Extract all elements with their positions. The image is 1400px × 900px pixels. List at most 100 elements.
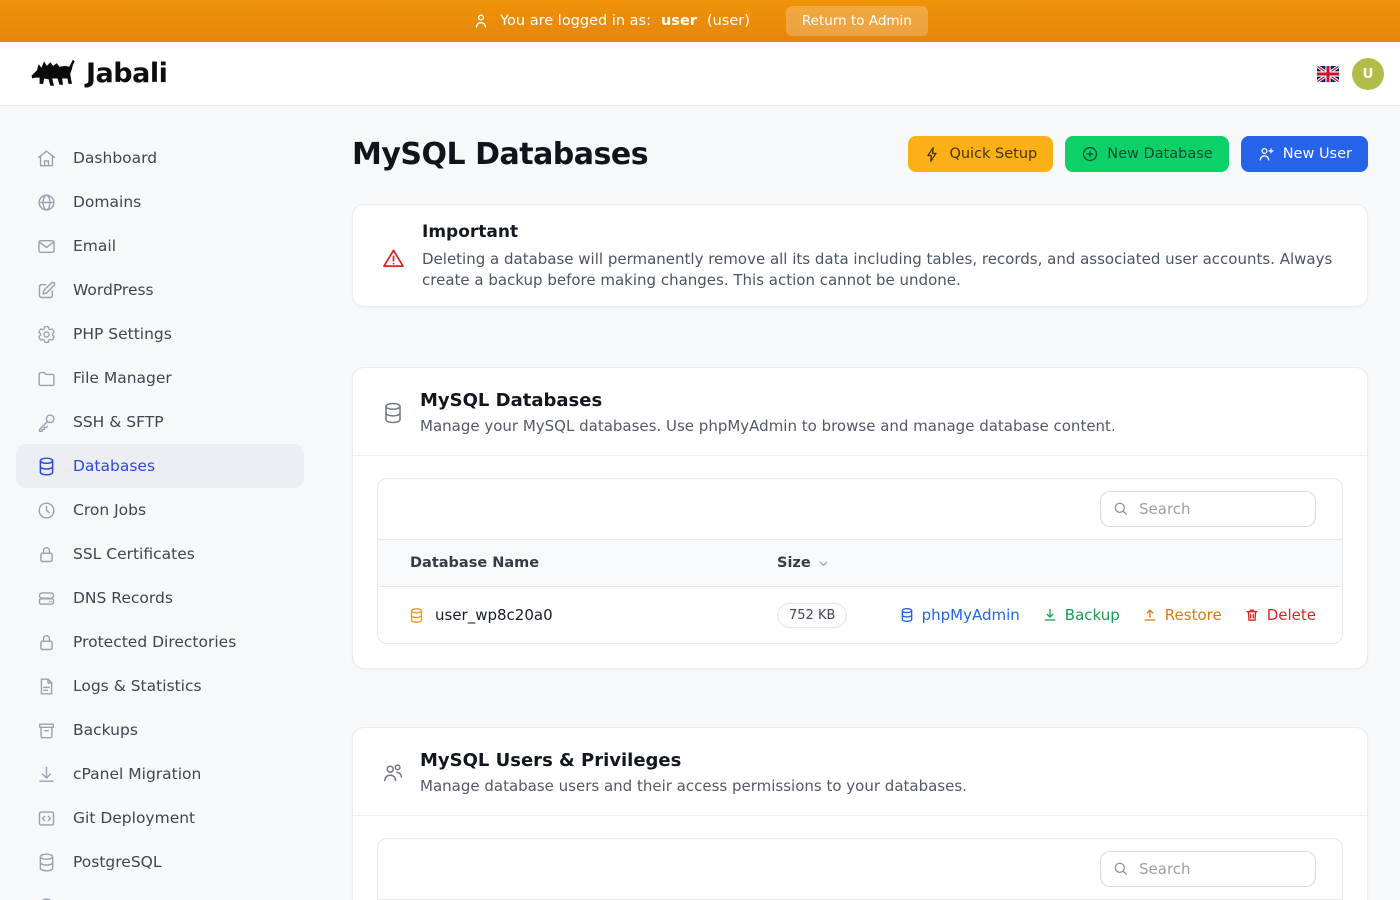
sidebar-item-php-settings[interactable]: PHP Settings	[16, 312, 304, 356]
sidebar-item-databases[interactable]: Databases	[16, 444, 304, 488]
important-notice: Important Deleting a database will perma…	[352, 204, 1368, 307]
user-avatar[interactable]: U	[1352, 58, 1384, 90]
sidebar-item-git-deployment[interactable]: Git Deployment	[16, 796, 304, 840]
new-database-button[interactable]: New Database	[1065, 136, 1228, 172]
language-flag-uk-icon[interactable]	[1317, 66, 1339, 82]
sidebar-item-label: Email	[73, 237, 116, 255]
code-bracket-icon	[36, 808, 57, 829]
search-icon	[1112, 860, 1129, 877]
sidebar-item-logs-statistics[interactable]: Logs & Statistics	[16, 664, 304, 708]
users-search	[1100, 851, 1316, 887]
users-section: MySQL Users & Privileges Manage database…	[352, 727, 1368, 900]
sidebar-item-label: SSH & SFTP	[73, 413, 164, 431]
sidebar-item-label: PostgreSQL	[73, 853, 162, 871]
quick-setup-button[interactable]: Quick Setup	[908, 136, 1053, 172]
lock-icon	[36, 632, 57, 653]
sidebar-item-cpanel-migration[interactable]: cPanel Migration	[16, 752, 304, 796]
clock-icon	[36, 500, 57, 521]
backup-button[interactable]: Backup	[1042, 606, 1120, 624]
database-row: user_wp8c20a0 752 KB phpMyAdmin	[378, 587, 1342, 643]
column-database-name: Database Name	[378, 555, 769, 571]
sidebar-nav: Dashboard Domains Email WordPress PHP Se…	[0, 106, 320, 900]
key-icon	[36, 412, 57, 433]
sidebar-item-ssl-certificates[interactable]: SSL Certificates	[16, 532, 304, 576]
lock-icon	[36, 544, 57, 565]
avatar-initial: U	[1363, 66, 1374, 82]
sidebar-item-backups[interactable]: Backups	[16, 708, 304, 752]
impersonation-banner: You are logged in as: user (user) Return…	[0, 0, 1400, 42]
sidebar-item-label: Git Deployment	[73, 809, 195, 827]
sidebar-item-wordpress[interactable]: WordPress	[16, 268, 304, 312]
mail-icon	[36, 236, 57, 257]
sidebar-item-file-manager[interactable]: File Manager	[16, 356, 304, 400]
sidebar-item-domains[interactable]: Domains	[16, 180, 304, 224]
sidebar-item-label: Cron Jobs	[73, 501, 146, 519]
logged-in-text: You are logged in as:	[500, 13, 651, 29]
home-icon	[36, 148, 57, 169]
download-icon	[1042, 607, 1058, 623]
sidebar-item-ssh-sftp[interactable]: SSH & SFTP	[16, 400, 304, 444]
users-icon	[381, 761, 405, 785]
sidebar-item-cron-jobs[interactable]: Cron Jobs	[16, 488, 304, 532]
sidebar-item-label: WordPress	[73, 281, 154, 299]
new-user-button[interactable]: New User	[1241, 136, 1368, 172]
section-subtitle: Manage your MySQL databases. Use phpMyAd…	[420, 417, 1116, 435]
pencil-square-icon	[36, 280, 57, 301]
archive-box-icon	[36, 720, 57, 741]
logged-in-role: (user)	[707, 13, 750, 29]
main-content: MySQL Databases Quick Setup New Database…	[320, 106, 1400, 900]
databases-search-input[interactable]	[1100, 491, 1316, 527]
server-stack-icon	[36, 588, 57, 609]
gear-icon	[36, 324, 57, 345]
sidebar-item-label: Logs & Statistics	[73, 677, 202, 695]
warning-triangle-icon	[381, 246, 406, 271]
databases-section: MySQL Databases Manage your MySQL databa…	[352, 367, 1368, 669]
users-search-input[interactable]	[1100, 851, 1316, 887]
delete-button[interactable]: Delete	[1244, 606, 1316, 624]
database-name: user_wp8c20a0	[435, 606, 553, 624]
sidebar-item-dns-records[interactable]: DNS Records	[16, 576, 304, 620]
user-icon	[472, 12, 490, 30]
folder-icon	[36, 368, 57, 389]
sidebar-item-protected-directories[interactable]: Protected Directories	[16, 620, 304, 664]
database-icon	[408, 607, 425, 624]
notice-title: Important	[422, 222, 1339, 242]
download-icon	[36, 764, 57, 785]
notice-body: Deleting a database will permanently rem…	[422, 249, 1339, 291]
sidebar-item-label: Domains	[73, 193, 141, 211]
column-size-sort[interactable]: Size	[769, 555, 1342, 571]
return-to-admin-button[interactable]: Return to Admin	[786, 6, 928, 36]
section-title: MySQL Users & Privileges	[420, 750, 967, 771]
sidebar-item-label: File Manager	[73, 369, 172, 387]
database-icon	[36, 456, 57, 477]
sidebar-item-label: SSL Certificates	[73, 545, 195, 563]
page-title: MySQL Databases	[352, 137, 648, 172]
search-icon	[1112, 500, 1129, 517]
sidebar-item-email[interactable]: Email	[16, 224, 304, 268]
section-subtitle: Manage database users and their access p…	[420, 777, 967, 795]
logged-in-username: user	[661, 13, 697, 29]
database-icon	[36, 852, 57, 873]
databases-search	[1100, 491, 1316, 527]
upload-icon	[1142, 607, 1158, 623]
sidebar-item-dashboard[interactable]: Dashboard	[16, 136, 304, 180]
database-size-badge: 752 KB	[777, 603, 847, 628]
restore-button[interactable]: Restore	[1142, 606, 1222, 624]
sidebar-item-more[interactable]	[16, 884, 304, 900]
trash-icon	[1244, 607, 1260, 623]
phpmyadmin-link[interactable]: phpMyAdmin	[899, 606, 1020, 624]
database-icon	[381, 401, 405, 425]
app-header: Jabali U	[0, 42, 1400, 106]
brand-name: Jabali	[86, 58, 167, 89]
document-icon	[36, 676, 57, 697]
brand-logo[interactable]: Jabali	[30, 56, 167, 92]
sidebar-item-postgresql[interactable]: PostgreSQL	[16, 840, 304, 884]
sidebar-item-label: cPanel Migration	[73, 765, 201, 783]
lightning-icon	[924, 146, 941, 163]
sidebar-item-label: DNS Records	[73, 589, 173, 607]
sidebar-item-label: Databases	[73, 457, 155, 475]
database-icon	[899, 607, 915, 623]
sidebar-item-label: PHP Settings	[73, 325, 172, 343]
chevron-down-icon	[817, 557, 830, 570]
boar-logo-icon	[30, 56, 78, 92]
